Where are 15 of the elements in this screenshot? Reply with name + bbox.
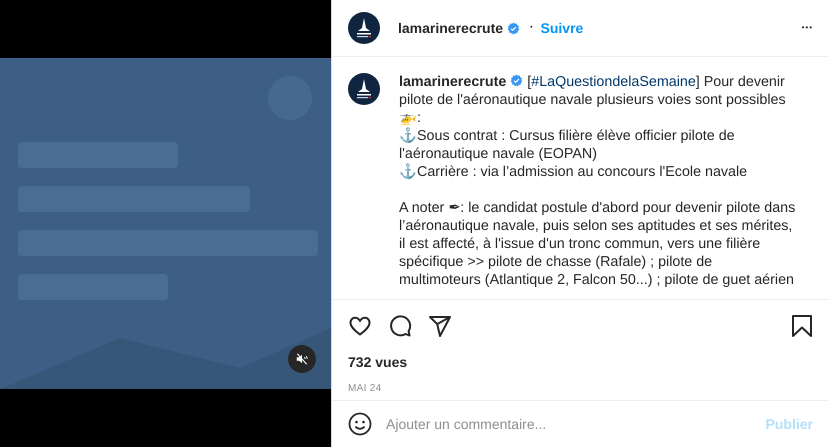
username-link[interactable]: lamarinerecrute [399,74,506,90]
comment-button[interactable] [388,314,412,338]
like-button[interactable] [348,314,372,338]
more-options-button[interactable]: ••• [802,24,813,32]
username-link[interactable]: lamarinerecrute [398,18,504,38]
view-count: 732 vues [347,353,408,372]
avatar-icon[interactable] [348,73,380,105]
share-button[interactable] [428,314,452,338]
caption-text: lamarinerecrute [#LaQuestiondelaSemaine] Pour devenir pilote de l'aéronautique navale plusieurs voies sont possibles 🚁: ⚓Sous contrat : Cursus filière élève officier pilote de l'aéronautique navale (EOPAN) ⚓Carrière : via l’admission au concours l'Ecole navale A noter ✒: le candidat postule d'abord pour devenir pilote dans l’aéronautique navale, puis selon ses aptitudes et ses mérites, il est affecté, à l'issue d'un tronc commun, vers une filière spécifique >> pilote de chasse (Rafale) ; pilote de multimoteurs (Atlantique 2, Falcon 50...) ; pilote de guet aérien [399,73,796,290]
muted-speaker-icon [295,352,309,366]
save-button[interactable] [791,314,813,338]
hashtag-link[interactable]: #LaQuestiondelaSemaine [531,74,696,90]
emoji-button[interactable] [348,412,372,436]
avatar-icon[interactable] [348,12,380,44]
post-date: MAI 24 [347,382,382,396]
